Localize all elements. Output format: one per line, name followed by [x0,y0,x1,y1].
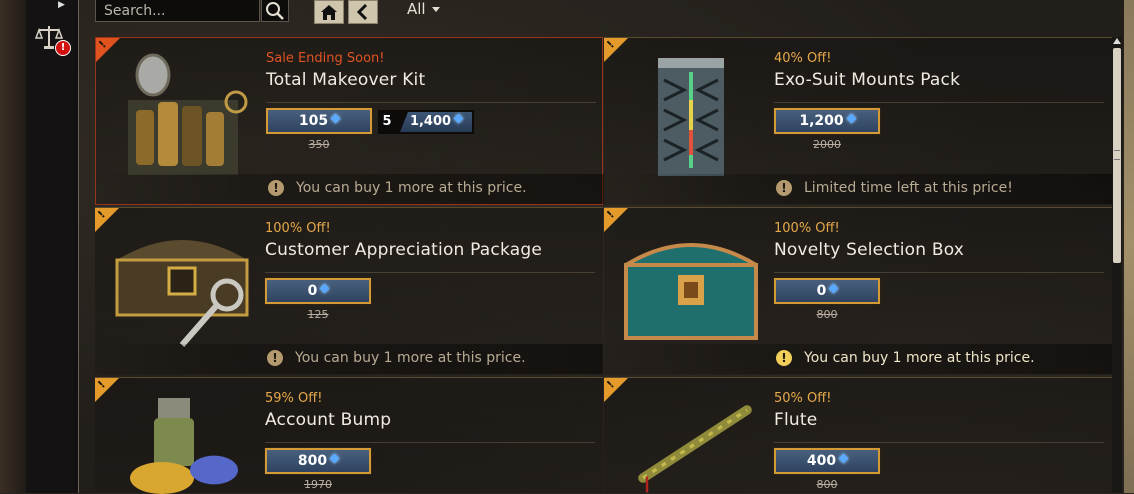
bundle-price: 1,400 [400,112,472,132]
purchase-notice: ! You can buy 1 more at this price. [604,344,1112,374]
search-input[interactable] [102,0,256,22]
price-value: 1,200 [799,113,844,129]
buy-price-button[interactable]: 105 [266,108,372,134]
buy-price-button[interactable]: 800 [265,448,371,474]
original-price: 125 [307,308,329,321]
buy-price-button[interactable]: 400 [774,448,880,474]
search-button[interactable] [261,0,289,22]
gem-icon [330,113,341,123]
divider [266,102,596,103]
promo-label: 40% Off! [774,51,832,66]
divider [265,272,595,273]
chevron-down-icon [431,7,440,12]
left-nav-bar [26,0,74,493]
item-title: Novelty Selection Box [774,240,965,260]
chevron-left-icon [356,3,368,21]
bundle-quantity: 5 [382,114,392,129]
left-nav-rail: ▶ ! [0,0,79,493]
original-price: 1970 [304,478,332,491]
divider [774,102,1104,103]
buy-price-button[interactable]: 0 [265,278,371,304]
original-price: 350 [308,138,330,151]
item-title: Total Makeover Kit [266,70,426,90]
search-field[interactable] [95,0,260,22]
item-title: Flute [774,410,818,430]
promo-label: 100% Off! [265,221,331,236]
back-button[interactable] [348,0,378,24]
gem-icon [828,283,839,293]
store-item-card[interactable]: ! 40% Off! Exo-Suit Mounts Pack 1,200 20… [604,37,1112,205]
item-thumbnail [115,240,249,347]
divider [265,442,595,443]
price-value: 400 [806,453,837,469]
bundle-price-button[interactable]: 5 1,400 [378,110,474,134]
arrow-right-icon[interactable]: ▶ [58,0,65,10]
item-title: Account Bump [265,410,392,430]
background-edge [1124,0,1134,493]
divider [774,272,1104,273]
price-value: 800 [297,453,328,469]
item-thumbnail [128,53,248,175]
divider [774,442,1104,443]
promo-label: 59% Off! [265,391,323,406]
gem-icon [319,283,330,293]
item-title: Exo-Suit Mounts Pack [774,70,961,90]
promo-label: Sale Ending Soon! [266,51,385,66]
item-thumbnail [658,58,724,176]
store-item-card[interactable]: ! 100% Off! Customer Appreciation Packag… [95,207,603,375]
buy-price-button[interactable]: 1,200 [774,108,880,134]
notice-text: You can buy 1 more at this price. [804,350,1035,366]
store-item-card[interactable]: ! 59% Off! Account Bump 800 1970 [95,377,603,494]
purchase-notice: ! You can buy 1 more at this price. [96,174,604,204]
original-price: 2000 [813,138,841,151]
promo-label: 50% Off! [774,391,832,406]
item-thumbnail [624,243,758,340]
search-icon [266,2,284,20]
purchase-notice: ! You can buy 1 more at this price. [95,344,603,374]
warning-icon: ! [776,180,792,196]
original-price: 800 [816,308,838,321]
store-item-card[interactable]: ! 50% Off! Flute 400 800 [604,377,1112,493]
gem-icon [329,453,340,463]
alert-badge: ! [55,40,71,56]
purchase-notice: ! Limited time left at this price! [604,174,1112,204]
warning-icon: ! [268,180,284,196]
notice-text: Limited time left at this price! [804,180,1013,196]
item-thumbnail [638,405,752,493]
item-title: Customer Appreciation Package [265,240,542,260]
warning-icon: ! [776,350,792,366]
gem-icon [453,113,464,124]
filter-label: All [407,0,426,18]
gem-icon [846,113,857,123]
store-item-card[interactable]: ! 100% Off! Novelty Selection Box 0 800 … [604,207,1112,375]
category-filter-dropdown[interactable]: All [407,0,440,18]
store-item-card[interactable]: ! Sale Ending Soon! Total Makeover Kit 1… [95,37,604,205]
price-value: 105 [298,113,329,129]
item-thumbnail [130,398,238,494]
price-value: 0 [307,283,318,299]
original-price: 800 [816,478,838,491]
notice-text: You can buy 1 more at this price. [296,180,527,196]
buy-price-button[interactable]: 0 [774,278,880,304]
notice-text: You can buy 1 more at this price. [295,350,526,366]
gem-icon [838,453,849,463]
warning-icon: ! [267,350,283,366]
home-icon [321,5,337,20]
price-value: 0 [816,283,827,299]
promo-label: 100% Off! [774,221,840,236]
scrollbar-grip [1114,150,1120,160]
bundle-price-value: 1,400 [409,114,452,129]
home-button[interactable] [314,0,344,24]
scroll-up-arrow-icon[interactable] [1113,38,1121,44]
